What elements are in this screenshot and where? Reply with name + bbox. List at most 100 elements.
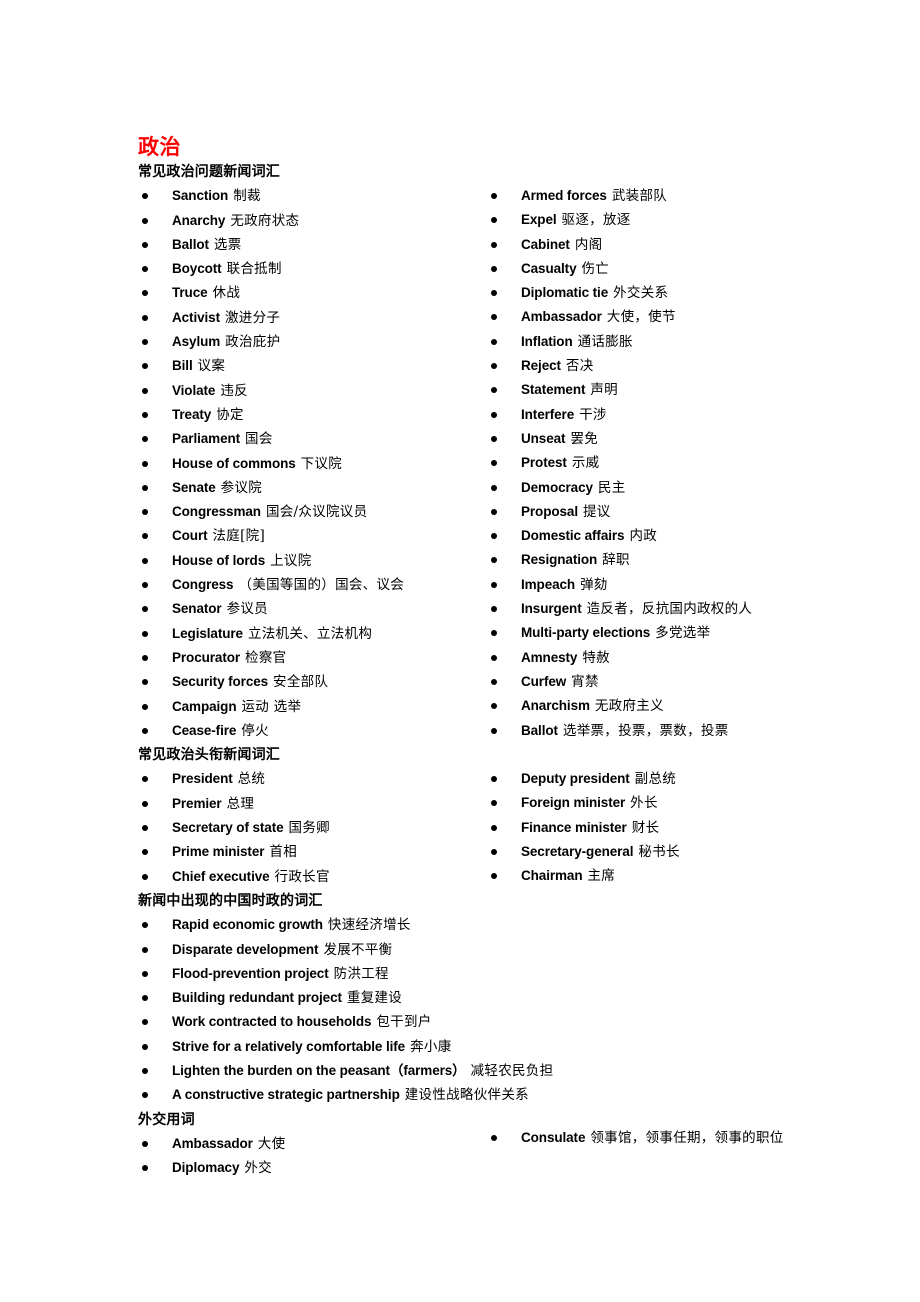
- term-chinese: （美国等国的）国会、议会: [238, 577, 405, 594]
- term-english: Parliament: [172, 431, 241, 447]
- term-english: Anarchism: [521, 698, 590, 714]
- term-english: Unseat: [521, 430, 566, 446]
- vocabulary-column-right-diplomacy: Consulate 领事馆，领事任期，领事的职位: [487, 1126, 907, 1150]
- term-chinese: 无政府状态: [230, 212, 300, 229]
- bullet-icon: [491, 411, 497, 418]
- bullet-icon: [142, 217, 148, 224]
- vocabulary-item-ambassador: Ambassador 大使，使节: [487, 305, 907, 329]
- term-english: Casualty: [521, 260, 577, 276]
- bullet-icon: [142, 873, 148, 880]
- term-chinese: 国务卿: [288, 820, 330, 837]
- vocabulary-item-multi-party-elections: Multi-party elections 多党选举: [487, 621, 907, 645]
- vocabulary-item-lighten-the-burden-on-the-peasant-farmers: Lighten the burden on the peasant（farmer…: [138, 1059, 553, 1083]
- vocabulary-item-ballot: Ballot 选举票，投票，票数，投票: [487, 719, 907, 743]
- bullet-icon: [491, 849, 497, 856]
- bullet-icon: [142, 557, 148, 564]
- vocabulary-item-premier: Premier 总理: [138, 792, 488, 816]
- term-english: Disparate development: [172, 941, 319, 957]
- term-chinese: 多党选举: [655, 625, 711, 642]
- term-english: Legislature: [172, 625, 243, 641]
- term-chinese: 内阁: [574, 236, 603, 253]
- vocabulary-item-anarchy: Anarchy 无政府状态: [138, 209, 488, 233]
- bullet-icon: [491, 314, 497, 321]
- term-english: Security forces: [172, 674, 269, 690]
- bullet-icon: [142, 411, 148, 418]
- term-english: Procurator: [172, 649, 241, 665]
- vocabulary-item-secretary-general: Secretary-general 秘书长: [487, 840, 907, 864]
- vocabulary-item-consulate: Consulate 领事馆，领事任期，领事的职位: [487, 1126, 907, 1150]
- term-english: Violate: [172, 382, 216, 398]
- vocabulary-item-armed-forces: Armed forces 武装部队: [487, 184, 907, 208]
- bullet-icon: [142, 703, 148, 710]
- term-english: Ballot: [521, 722, 558, 738]
- bullet-icon: [491, 630, 497, 637]
- vocabulary-item-parliament: Parliament 国会: [138, 427, 488, 451]
- bullet-icon: [491, 800, 497, 807]
- term-chinese: 违反: [220, 382, 248, 399]
- vocabulary-item-insurgent: Insurgent 造反者，反抗国内政权的人: [487, 597, 907, 621]
- term-chinese: 联合抵制: [226, 261, 282, 278]
- term-chinese: 国会: [245, 431, 273, 448]
- vocabulary-item-strive-for-a-relatively-comfortable-life: Strive for a relatively comfortable life…: [138, 1035, 488, 1059]
- term-chinese: 发展不平衡: [323, 941, 393, 958]
- bullet-icon: [491, 435, 497, 442]
- term-chinese: 政治庇护: [225, 334, 281, 351]
- bullet-icon: [142, 582, 148, 589]
- term-chinese: 法庭[院]: [212, 528, 266, 545]
- term-english: Statement: [521, 382, 586, 398]
- term-english: House of commons: [172, 455, 296, 471]
- term-chinese: 伤亡: [581, 260, 610, 277]
- term-english: Congress: [172, 577, 234, 593]
- term-chinese: 奔小康: [410, 1038, 452, 1055]
- vocabulary-item-treaty: Treaty 协定: [138, 403, 488, 427]
- term-english: Insurgent: [521, 601, 582, 617]
- bullet-icon: [491, 290, 497, 297]
- bullet-icon: [142, 193, 148, 200]
- vocabulary-item-security-forces: Security forces 安全部队: [138, 670, 488, 694]
- vocabulary-item-cabinet: Cabinet 内阁: [487, 233, 907, 257]
- term-chinese: 宵禁: [571, 673, 599, 690]
- bullet-icon: [142, 654, 148, 661]
- section-heading: 外交用词: [138, 1111, 195, 1128]
- vocabulary-item-rapid-economic-growth: Rapid economic growth 快速经济增长: [138, 913, 488, 937]
- term-english: Finance minister: [521, 819, 627, 835]
- term-chinese: 通话膨胀: [577, 333, 633, 350]
- term-chinese: 提议: [582, 503, 611, 520]
- term-english: Foreign minister: [521, 795, 626, 811]
- term-chinese: 停火: [241, 722, 269, 739]
- term-english: Resignation: [521, 552, 598, 568]
- bullet-icon: [142, 1019, 148, 1026]
- blank-spacer-row: [487, 743, 907, 767]
- term-english: Cease-fire: [172, 722, 237, 738]
- vocabulary-item-unseat: Unseat 罢免: [487, 427, 907, 451]
- term-english: Building redundant project: [172, 990, 342, 1006]
- vocabulary-column-left: 常见政治问题新闻词汇 Sanction 制裁 Anarchy 无政府状态 Ballot 选票…: [138, 160, 553, 1180]
- term-chinese: 干涉: [579, 406, 607, 423]
- term-english: Consulate: [521, 1130, 586, 1145]
- bullet-icon: [491, 241, 497, 248]
- section-heading: 新闻中出现的中国时政的词汇: [138, 892, 323, 909]
- vocabulary-item-deputy-president: Deputy president 副总统: [487, 767, 907, 791]
- term-english: Anarchy: [172, 212, 226, 228]
- term-english: Diplomatic tie: [521, 285, 609, 301]
- vocabulary-item-asylum: Asylum 政治庇护: [138, 330, 488, 354]
- bullet-icon: [142, 946, 148, 953]
- bullet-icon: [491, 606, 497, 613]
- term-english: Curfew: [521, 673, 567, 689]
- bullet-icon: [142, 363, 148, 370]
- term-english: Congressman: [172, 504, 261, 520]
- bullet-icon: [491, 581, 497, 588]
- vocabulary-item-inflation: Inflation 通话膨胀: [487, 330, 907, 354]
- bullet-icon: [142, 1140, 148, 1147]
- term-english: Reject: [521, 358, 561, 374]
- term-english: Premier: [172, 795, 222, 811]
- vocabulary-item-bill: Bill 议案: [138, 354, 488, 378]
- term-chinese: 内政: [629, 528, 658, 545]
- vocabulary-item-impeach: Impeach 弹劾: [487, 573, 907, 597]
- vocabulary-item-statement: Statement 声明: [487, 378, 907, 402]
- term-english: Multi-party elections: [521, 625, 651, 641]
- term-chinese: 驱逐，放逐: [561, 212, 631, 229]
- term-chinese: 秘书长: [638, 844, 680, 861]
- bullet-icon: [491, 533, 497, 540]
- term-chinese: 防洪工程: [333, 965, 389, 982]
